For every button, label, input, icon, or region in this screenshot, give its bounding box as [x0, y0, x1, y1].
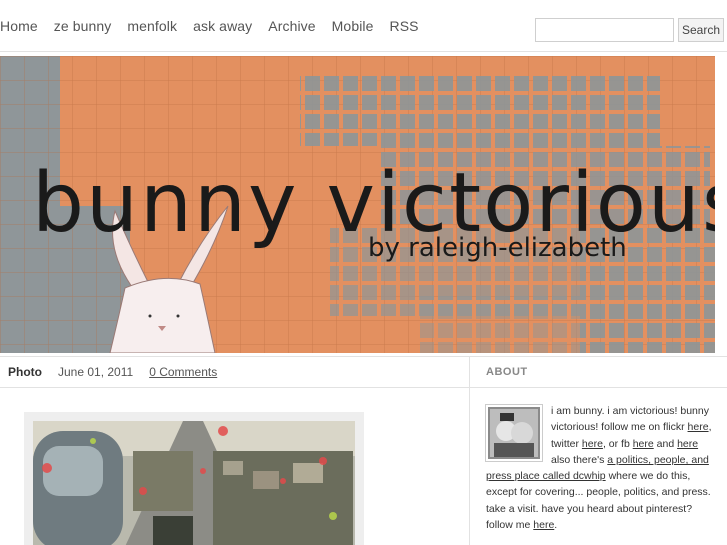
about-text-1: i am bunny. i am victorious! bunny victo… [551, 405, 709, 434]
about-text-7: . [554, 519, 558, 532]
post-meta-bar: Photo June 01, 2011 0 Comments [0, 356, 469, 388]
flickr-link[interactable]: here [688, 421, 709, 433]
about-text-5: also there's [551, 453, 608, 466]
nav-archive-link[interactable]: Archive [268, 18, 315, 34]
post-type-label[interactable]: Photo [8, 365, 42, 379]
main-nav: Home ze bunny menfolk ask away Archive M… [0, 18, 435, 34]
nav-mobile-link[interactable]: Mobile [332, 18, 374, 34]
nav-rss-link[interactable]: RSS [390, 18, 419, 34]
blog-header-banner[interactable]: bunny victorious! by raleigh-elizabeth [0, 56, 715, 353]
top-navigation-bar: Home ze bunny menfolk ask away Archive M… [0, 0, 727, 52]
post-photo[interactable] [33, 421, 355, 545]
nav-ask-away-link[interactable]: ask away [193, 18, 252, 34]
street-photo-image [33, 421, 355, 545]
about-text: i am bunny. i am victorious! bunny victo… [486, 403, 714, 533]
about-text-4: and [653, 437, 678, 450]
pinterest-link[interactable]: here [533, 519, 554, 531]
post-comments-link[interactable]: 0 Comments [149, 365, 217, 379]
about-title: ABOUT [486, 366, 528, 378]
post-date[interactable]: June 01, 2011 [58, 365, 133, 379]
banner-illustration: bunny victorious! by raleigh-elizabeth [0, 56, 715, 353]
facebook-link-2[interactable]: here [677, 438, 698, 450]
nav-home-link[interactable]: Home [0, 18, 38, 34]
banner-byline: by raleigh-elizabeth [368, 233, 627, 263]
about-text-3: , or fb [602, 437, 633, 450]
search-input[interactable] [535, 18, 674, 42]
nav-menfolk-link[interactable]: menfolk [127, 18, 177, 34]
twitter-link[interactable]: here [582, 438, 603, 450]
facebook-link[interactable]: here [633, 438, 654, 450]
search-button[interactable]: Search [678, 18, 724, 42]
nav-ze-bunny-link[interactable]: ze bunny [54, 18, 112, 34]
